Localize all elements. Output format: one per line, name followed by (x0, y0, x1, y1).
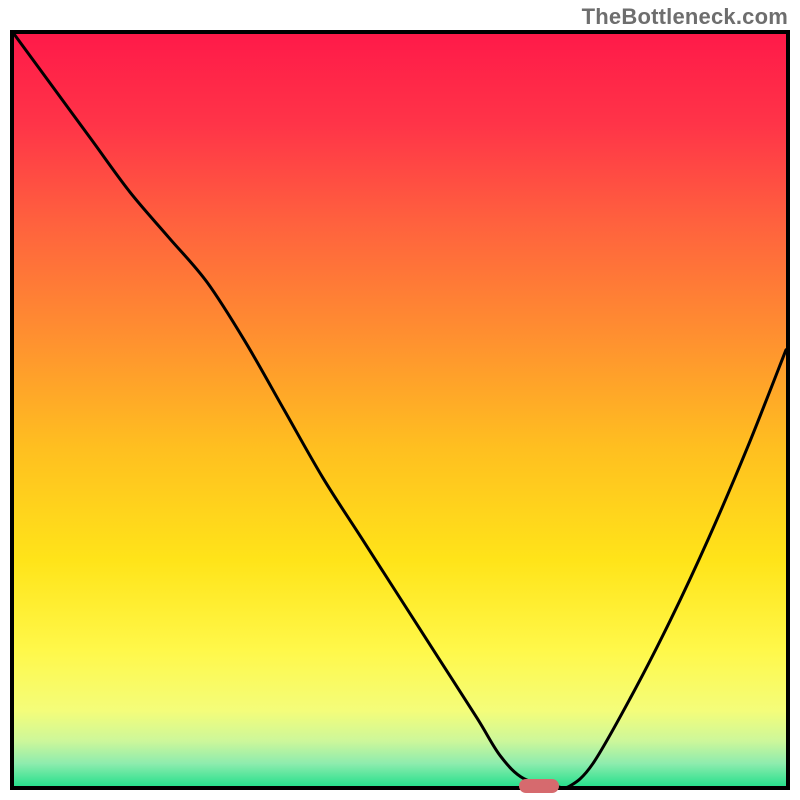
chart-frame (10, 30, 790, 790)
optimal-marker (519, 779, 559, 793)
bottleneck-curve (14, 34, 786, 786)
watermark-text: TheBottleneck.com (582, 4, 788, 30)
